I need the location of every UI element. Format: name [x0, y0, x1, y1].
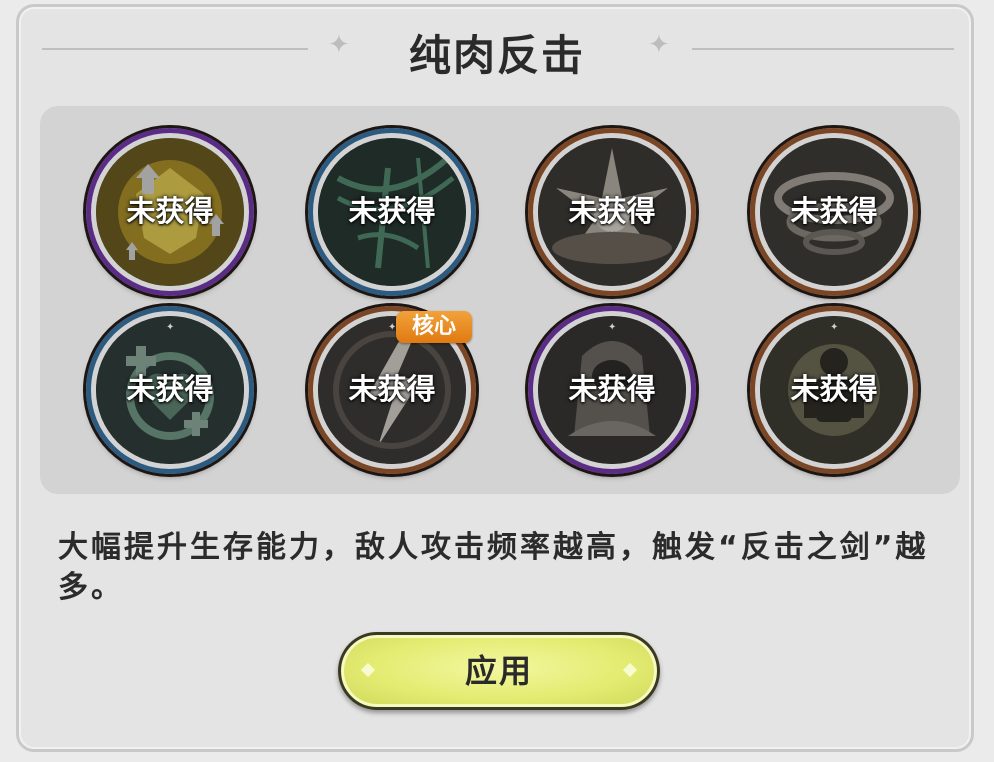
sparkle-icon: ✦: [608, 322, 617, 333]
panel-header: ✦ 纯肉反击 ✦: [0, 0, 994, 100]
header-divider-right: [692, 48, 954, 50]
skill-status-label: 未获得: [790, 194, 878, 228]
sparkle-icon: ✦: [166, 322, 175, 333]
skill-slot[interactable]: ✦ 未获得: [528, 306, 696, 474]
skill-status-label: 未获得: [790, 372, 878, 406]
skill-slot[interactable]: ✦ 未获得: [750, 306, 918, 474]
skill-status-label: 未获得: [126, 372, 214, 406]
panel-title: 纯肉反击: [408, 31, 585, 80]
sparkle-icon: ✦: [328, 30, 350, 60]
sparkle-icon: ✦: [830, 322, 839, 333]
core-badge: 核心: [396, 311, 472, 343]
apply-button[interactable]: 应用: [338, 632, 660, 710]
skill-slot[interactable]: 未获得: [528, 128, 696, 296]
apply-button-label: 应用: [464, 652, 533, 690]
skill-slot[interactable]: 未获得: [308, 128, 476, 296]
header-divider-left: [42, 48, 308, 50]
skill-slot[interactable]: 未获得: [86, 128, 254, 296]
skill-slot[interactable]: 未获得: [750, 128, 918, 296]
skill-status-label: 未获得: [568, 372, 656, 406]
skill-status-label: 未获得: [348, 372, 436, 406]
skill-description: 大幅提升生存能力，敌人攻击频率越高，触发“反击之剑”越多。: [58, 530, 929, 605]
sparkle-icon: ✦: [648, 30, 670, 60]
skill-slot[interactable]: ✦ 未获得: [86, 306, 254, 474]
skill-status-label: 未获得: [568, 194, 656, 228]
skill-status-label: 未获得: [348, 194, 436, 228]
skill-status-label: 未获得: [126, 194, 214, 228]
